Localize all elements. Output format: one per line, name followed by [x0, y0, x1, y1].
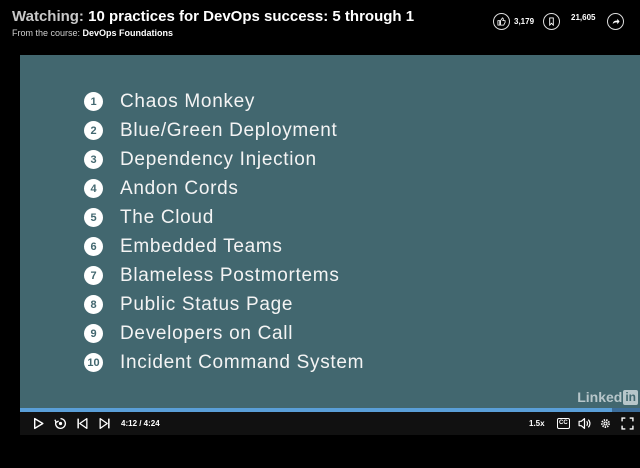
play-button[interactable] — [32, 416, 45, 431]
practice-list-item: 6 Embedded Teams — [84, 232, 364, 261]
like-count: 3,179 — [514, 17, 535, 26]
save-count-display: 21,605 — [571, 13, 595, 22]
practice-list-item: 5 The Cloud — [84, 203, 364, 232]
settings-button[interactable] — [599, 416, 612, 431]
practice-number-badge: 3 — [84, 150, 103, 169]
time-display: 4:12 / 4:24 — [121, 419, 160, 428]
practice-label: Blue/Green Deployment — [120, 119, 338, 141]
practice-list-item: 9 Developers on Call — [84, 319, 364, 348]
practice-number-badge: 8 — [84, 295, 103, 314]
practice-label: Chaos Monkey — [120, 90, 256, 112]
practice-list-item: 7 Blameless Postmortems — [84, 261, 364, 290]
logo-text: Linked — [577, 389, 623, 405]
previous-icon — [77, 417, 88, 430]
title-prefix: Watching: — [12, 8, 84, 25]
fullscreen-button[interactable] — [621, 416, 634, 431]
course-link[interactable]: DevOps Foundations — [83, 28, 174, 38]
practice-list-item: 1 Chaos Monkey — [84, 87, 364, 116]
practice-label: Blameless Postmortems — [120, 264, 340, 286]
thumbs-up-icon — [493, 13, 510, 30]
fullscreen-icon — [621, 417, 634, 430]
share-button[interactable] — [607, 13, 624, 30]
practice-number-badge: 6 — [84, 237, 103, 256]
cc-icon[interactable]: CC — [557, 418, 570, 429]
volume-button[interactable] — [578, 416, 591, 431]
practice-list-item: 4 Andon Cords — [84, 174, 364, 203]
practice-list-item: 10 Incident Command System — [84, 348, 364, 377]
logo-in: in — [623, 389, 638, 405]
practice-number-badge: 5 — [84, 208, 103, 227]
practice-number-badge: 10 — [84, 353, 103, 372]
next-button[interactable] — [98, 416, 111, 431]
volume-icon — [578, 418, 591, 429]
practice-number-badge: 9 — [84, 324, 103, 343]
video-title-text: 10 practices for DevOps success: 5 throu… — [88, 8, 415, 25]
save-button[interactable] — [543, 13, 560, 30]
course-line: From the course: DevOps Foundations — [12, 28, 173, 38]
video-header: Watching: 10 practices for DevOps succes… — [0, 0, 640, 52]
player-controls: 4:12 / 4:24 1.5x CC — [20, 412, 640, 435]
playback-speed-button[interactable]: 1.5x — [529, 419, 545, 428]
share-arrow-icon — [607, 13, 624, 30]
play-icon — [34, 417, 44, 430]
practice-number-badge: 1 — [84, 92, 103, 111]
next-icon — [99, 417, 110, 430]
previous-button[interactable] — [76, 416, 89, 431]
video-title: Watching: 10 practices for DevOps succes… — [12, 8, 414, 25]
practice-list-item: 2 Blue/Green Deployment — [84, 116, 364, 145]
practice-number-badge: 7 — [84, 266, 103, 285]
practice-label: Dependency Injection — [120, 148, 317, 170]
replay-icon — [54, 417, 66, 430]
replay-button[interactable] — [54, 416, 67, 431]
practice-label: Developers on Call — [120, 322, 294, 344]
slide-practice-list: 1 Chaos Monkey 2 Blue/Green Deployment 3 Depe… — [84, 87, 364, 377]
video-player-area[interactable]: 1 Chaos Monkey 2 Blue/Green Deployment 3 Depe… — [20, 55, 640, 409]
practice-list-item: 8 Public Status Page — [84, 290, 364, 319]
practice-label: Andon Cords — [120, 177, 239, 199]
practice-label: Incident Command System — [120, 351, 365, 373]
practice-label: Embedded Teams — [120, 235, 283, 257]
bookmark-icon — [543, 13, 560, 30]
practice-number-badge: 2 — [84, 121, 103, 140]
practice-list-item: 3 Dependency Injection — [84, 145, 364, 174]
settings-icon — [601, 419, 610, 428]
practice-label: The Cloud — [120, 206, 214, 228]
course-prefix: From the course: — [12, 28, 81, 38]
save-count: 21,605 — [571, 13, 596, 22]
linkedin-logo: Linked in — [577, 389, 638, 405]
practice-number-badge: 4 — [84, 179, 103, 198]
like-button[interactable]: 3,179 — [493, 13, 534, 30]
practice-label: Public Status Page — [120, 293, 294, 315]
